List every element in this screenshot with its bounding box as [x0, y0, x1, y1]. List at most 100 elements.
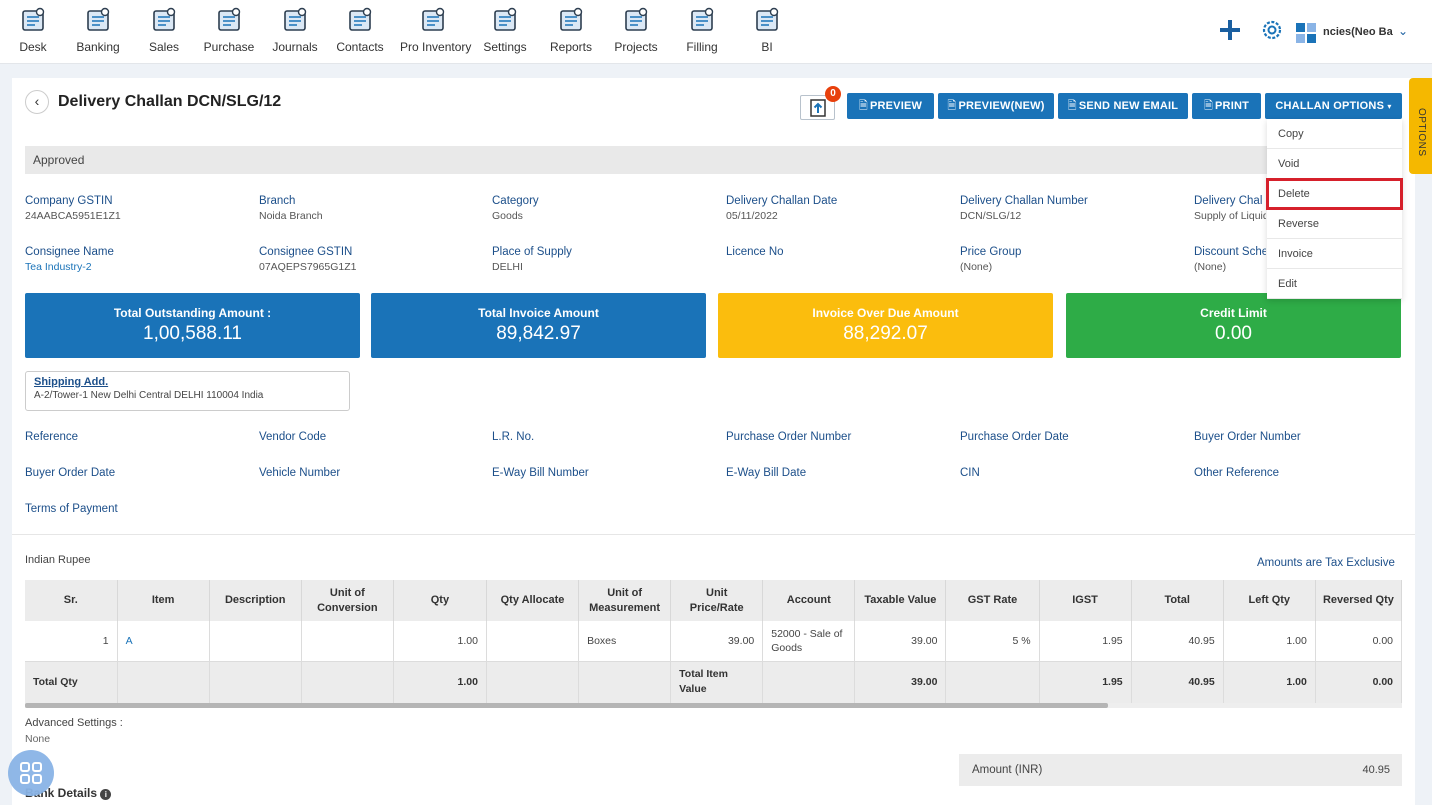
- nav-item-reports[interactable]: Reports: [538, 6, 604, 54]
- table-horizontal-scrollbar[interactable]: [25, 703, 1402, 708]
- menu-item-invoice[interactable]: Invoice: [1267, 239, 1402, 269]
- send-email-button[interactable]: 🗎 SEND NEW EMAIL: [1058, 93, 1188, 119]
- preview-button[interactable]: 🗎 PREVIEW: [847, 93, 934, 119]
- currency-label: Indian Rupee: [25, 554, 91, 566]
- field-place-of-supply: Place of Supply DELHI: [492, 246, 572, 273]
- cell-taxable: 39.00: [854, 621, 947, 662]
- print-button[interactable]: 🗎 PRINT: [1192, 93, 1261, 119]
- col-header-sr: Sr.: [25, 580, 118, 621]
- total-left-qty: 1.00: [1223, 661, 1316, 704]
- field-challan-number: Delivery Challan Number DCN/SLG/12: [960, 195, 1088, 222]
- nav-item-settings[interactable]: Settings: [472, 6, 538, 54]
- total-igst: 1.95: [1039, 661, 1132, 704]
- desk-icon: [22, 7, 45, 31]
- back-button[interactable]: ‹: [25, 90, 49, 114]
- card-credit-limit: Credit Limit 0.00: [1066, 293, 1401, 358]
- inventory-icon: [422, 7, 445, 31]
- company-name[interactable]: ncies(Neo Ba: [1323, 26, 1393, 38]
- cell-total: 40.95: [1131, 621, 1224, 662]
- shipping-address-box: Shipping Add. A-2/Tower-1 New Delhi Cent…: [25, 371, 350, 411]
- chevron-down-icon[interactable]: ⌄: [1398, 24, 1408, 38]
- top-navigation: Desk Banking Sales Purchase Journals Contacts…: [0, 0, 1432, 64]
- card-total-outstanding: Total Outstanding Amount :1,00,588.11: [25, 293, 360, 358]
- col-header-account: Account: [762, 580, 856, 621]
- cell-reversed-qty: 0.00: [1315, 621, 1403, 662]
- label-vendor-code: Vendor Code: [259, 431, 327, 443]
- preview-new-button[interactable]: 🗎 PREVIEW(NEW): [938, 93, 1054, 119]
- menu-item-edit[interactable]: Edit: [1267, 269, 1402, 299]
- cell-qty: 1.00: [393, 621, 487, 662]
- cell-description: [209, 621, 302, 662]
- total-total: 40.95: [1131, 661, 1224, 704]
- col-header-reversed-qty: Reversed Qty: [1315, 580, 1403, 621]
- card-total-invoice: Total Invoice Amount 89,842.97: [371, 293, 706, 358]
- menu-item-reverse[interactable]: Reverse: [1267, 209, 1402, 239]
- caret-down-icon: ▾: [1387, 102, 1392, 111]
- cell-igst: 1.95: [1039, 621, 1132, 662]
- total-taxable: 39.00: [854, 661, 947, 704]
- menu-item-void[interactable]: Void: [1267, 149, 1402, 179]
- nav-item-desk[interactable]: Desk: [0, 6, 66, 54]
- shipping-address-title[interactable]: Shipping Add.: [34, 376, 341, 388]
- upload-icon: [809, 99, 826, 117]
- nav-item-sales[interactable]: Sales: [131, 6, 197, 54]
- apps-grid-button[interactable]: [8, 750, 54, 796]
- label-terms-of-payment: Terms of Payment: [25, 503, 118, 515]
- challan-options-button[interactable]: CHALLAN OPTIONS ▾: [1265, 93, 1402, 119]
- label-buyer-order-number: Buyer Order Number: [1194, 431, 1301, 443]
- nav-item-journals[interactable]: Journals: [262, 6, 328, 54]
- col-header-left-qty: Left Qty: [1223, 580, 1316, 621]
- advanced-settings-value: None: [25, 733, 51, 745]
- col-header-gst-rate: GST Rate: [945, 580, 1040, 621]
- calculator-icon[interactable]: [1295, 22, 1317, 44]
- menu-item-delete[interactable]: Delete: [1266, 178, 1403, 210]
- pdf-icon: 🗎: [858, 100, 868, 112]
- add-icon[interactable]: [1218, 18, 1242, 42]
- purchase-icon: [218, 7, 241, 31]
- col-header-qty: Qty: [393, 580, 487, 621]
- tax-note: Amounts are Tax Exclusive: [1257, 557, 1395, 569]
- shipping-address-text: A-2/Tower-1 New Delhi Central DELHI 1100…: [34, 390, 264, 401]
- grid-icon: [20, 762, 42, 784]
- nav-label: Purchase: [203, 40, 255, 54]
- challan-options-menu: Copy Void Delete Reverse Invoice Edit: [1266, 119, 1403, 299]
- journals-icon: [284, 7, 307, 31]
- gear-icon[interactable]: [1260, 18, 1284, 42]
- menu-item-copy[interactable]: Copy: [1267, 119, 1402, 149]
- nav-item-projects[interactable]: Projects: [603, 6, 669, 54]
- notification-badge: 0: [825, 86, 841, 102]
- total-reversed-qty: 0.00: [1315, 661, 1403, 704]
- field-price-group: Price Group (None): [960, 246, 1022, 273]
- field-branch: Branch Noida Branch: [259, 195, 323, 222]
- col-header-description: Description: [209, 580, 302, 621]
- amount-summary: Amount (INR) 40.95: [959, 754, 1402, 786]
- col-header-total: Total: [1131, 580, 1224, 621]
- info-icon[interactable]: i: [100, 789, 112, 800]
- nav-label: Reports: [549, 40, 593, 54]
- nav-item-pro-inventory[interactable]: Pro Inventory: [400, 6, 471, 54]
- label-vehicle-number: Vehicle Number: [259, 467, 341, 479]
- options-side-tab[interactable]: OPTIONS: [1409, 78, 1432, 174]
- field-challan-type: Delivery Chal Supply of Liquid: [1194, 195, 1266, 222]
- col-header-item: Item: [117, 580, 210, 621]
- consignee-link[interactable]: Tea Industry-2: [25, 261, 255, 273]
- cell-item-link[interactable]: A: [117, 621, 210, 662]
- label-buyer-order-date: Buyer Order Date: [25, 467, 116, 479]
- table-header-row: Sr. Item Description Unit of Conversion Q…: [25, 580, 1403, 621]
- nav-label: Settings: [483, 40, 527, 54]
- reports-icon: [560, 7, 583, 31]
- nav-item-contacts[interactable]: Contacts: [327, 6, 393, 54]
- scrollbar-thumb[interactable]: [25, 703, 1108, 708]
- bank-icon: [87, 7, 110, 31]
- field-challan-date: Delivery Challan Date 05/11/2022: [726, 195, 838, 222]
- nav-item-bi[interactable]: BI: [734, 6, 800, 54]
- nav-label: Sales: [148, 40, 180, 54]
- nav-item-filling[interactable]: Filling: [669, 6, 735, 54]
- field-consignee-gstin: Consignee GSTIN 07AQEPS7965G1Z1: [259, 246, 357, 273]
- nav-item-purchase[interactable]: Purchase: [196, 6, 262, 54]
- nav-item-banking[interactable]: Banking: [65, 6, 131, 54]
- chevron-left-icon: ‹: [34, 93, 40, 109]
- items-table: Sr. Item Description Unit of Conversion Q…: [25, 580, 1403, 704]
- cell-rate: 39.00: [670, 621, 764, 662]
- page-title: Delivery Challan DCN/SLG/12: [58, 93, 282, 110]
